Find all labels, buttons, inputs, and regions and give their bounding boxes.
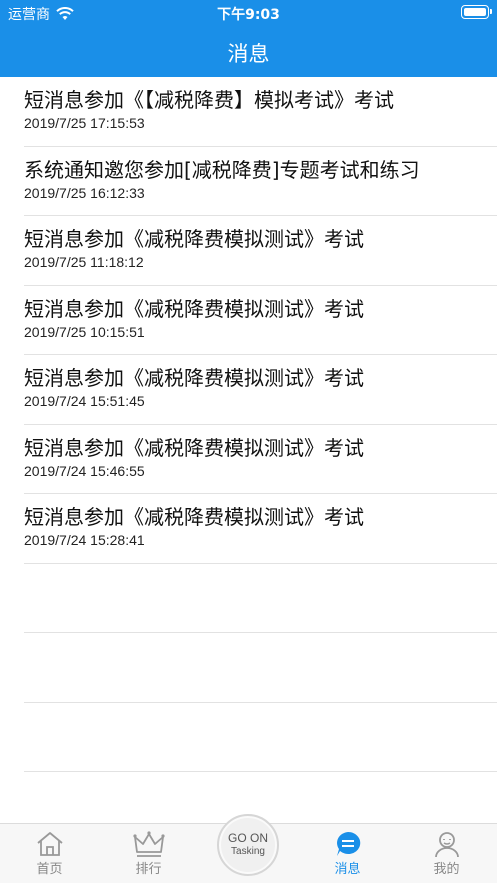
message-title: 短消息参加《减税降费模拟测试》考试 bbox=[24, 296, 364, 321]
message-time: 2019/7/24 15:51:45 bbox=[24, 393, 145, 409]
tab-rank[interactable]: 排行 bbox=[99, 824, 198, 883]
tab-bar: 首页 排行 GO ON Tasking 消息 我的 bbox=[0, 814, 497, 883]
tab-label: 首页 bbox=[36, 862, 63, 877]
user-icon bbox=[434, 832, 459, 858]
message-time: 2019/7/25 16:12:33 bbox=[24, 184, 145, 201]
message-item[interactable]: 短消息参加《减税降费模拟测试》考试 2019/7/24 15:46:55 bbox=[24, 425, 497, 494]
message-item[interactable]: 系统通知邀您参加[减税降费]专题考试和练习 2019/7/25 16:12:33 bbox=[24, 147, 497, 216]
message-list: 短消息参加《【减税降费】模拟考试》考试 2019/7/25 17:15:53 系… bbox=[0, 77, 497, 772]
chat-icon bbox=[336, 831, 360, 856]
message-title: 短消息参加《减税降费模拟测试》考试 bbox=[24, 435, 364, 460]
message-time: 2019/7/25 17:15:53 bbox=[24, 115, 145, 131]
tab-label: 排行 bbox=[135, 862, 162, 877]
empty-row bbox=[24, 703, 497, 772]
message-title: 短消息参加《减税降费模拟测试》考试 bbox=[24, 227, 364, 251]
crown-icon bbox=[132, 831, 165, 857]
go-on-tasking-button[interactable]: GO ON Tasking bbox=[217, 814, 279, 876]
message-item[interactable]: 短消息参加《减税降费模拟测试》考试 2019/7/25 11:18:12 bbox=[24, 216, 497, 286]
tab-label: 消息 bbox=[334, 862, 361, 877]
message-title: 短消息参加《【减税降费】模拟考试》考试 bbox=[24, 88, 394, 112]
message-time: 2019/7/24 15:46:55 bbox=[24, 462, 145, 479]
message-time: 2019/7/24 15:28:41 bbox=[24, 532, 145, 548]
battery-icon bbox=[461, 5, 492, 19]
tab-label: 我的 bbox=[433, 862, 460, 877]
message-title: 短消息参加《减税降费模拟测试》考试 bbox=[24, 366, 364, 390]
status-time: 下午9:03 bbox=[217, 7, 280, 23]
tab-mine[interactable]: 我的 bbox=[397, 824, 496, 883]
message-time: 2019/7/25 11:18:12 bbox=[24, 254, 144, 270]
message-time: 2019/7/25 10:15:51 bbox=[24, 323, 145, 340]
tab-home[interactable]: 首页 bbox=[0, 824, 99, 883]
nav-header: 运营商 下午9:03 消息 bbox=[0, 0, 497, 77]
message-item[interactable]: 短消息参加《【减税降费】模拟考试》考试 2019/7/25 17:15:53 bbox=[24, 77, 497, 147]
tasking-label: Tasking bbox=[231, 846, 265, 857]
message-item[interactable]: 短消息参加《减税降费模拟测试》考试 2019/7/25 10:15:51 bbox=[24, 286, 497, 355]
home-icon bbox=[36, 832, 63, 856]
tab-messages[interactable]: 消息 bbox=[298, 824, 397, 883]
status-bar: 运营商 下午9:03 bbox=[0, 0, 497, 26]
message-item[interactable]: 短消息参加《减税降费模拟测试》考试 2019/7/24 15:28:41 bbox=[24, 494, 497, 564]
message-title: 短消息参加《减税降费模拟测试》考试 bbox=[24, 505, 364, 529]
empty-row bbox=[24, 633, 497, 703]
message-title: 系统通知邀您参加[减税降费]专题考试和练习 bbox=[24, 157, 420, 182]
go-on-label: GO ON bbox=[227, 831, 268, 845]
empty-row bbox=[24, 564, 497, 633]
message-item[interactable]: 短消息参加《减税降费模拟测试》考试 2019/7/24 15:51:45 bbox=[24, 355, 497, 425]
page-title: 消息 bbox=[227, 42, 270, 66]
